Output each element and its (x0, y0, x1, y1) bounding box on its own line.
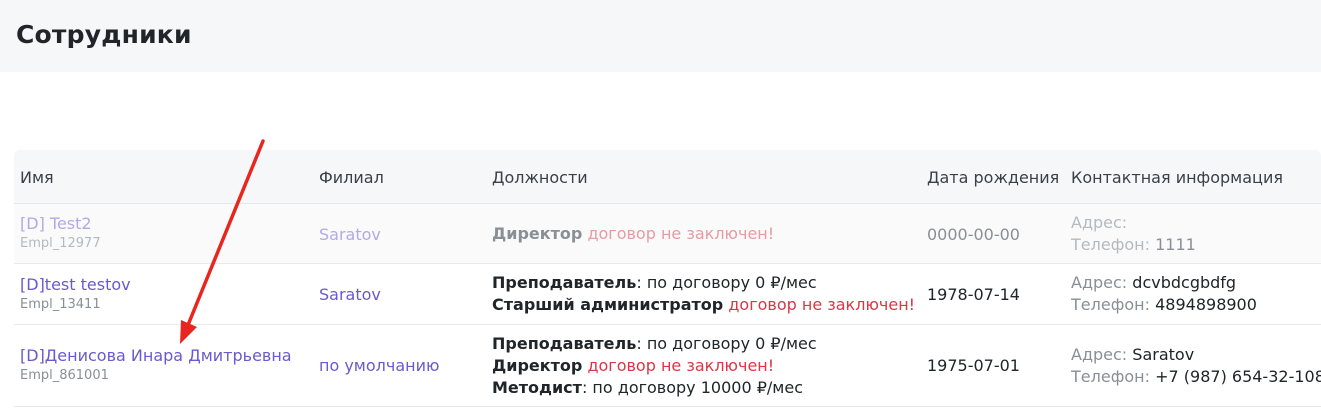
page-header: Сотрудники (0, 0, 1321, 72)
address-value: dcvbdcgbdfg (1132, 273, 1237, 292)
address-line: Адрес: (1071, 212, 1196, 234)
position-contract-status: договор не заключен! (728, 295, 916, 314)
position-title: Преподаватель (492, 334, 637, 353)
positions-cell: Директор договор не заключен! (492, 223, 774, 245)
contacts-cell: Адрес: Телефон: 1111 (1071, 212, 1196, 256)
birth-date-cell: 1975-07-01 (927, 356, 1020, 375)
address-label: Адрес: (1071, 213, 1128, 232)
positions-cell: Преподаватель: по договору 0 ₽/мес Старш… (492, 272, 915, 316)
position-separator: : (636, 273, 647, 292)
birth-date: 1975-07-01 (927, 356, 1020, 375)
address-label: Адрес: (1071, 345, 1128, 364)
birth-date: 0000-00-00 (927, 225, 1020, 244)
phone-line: Телефон: 4894898900 (1071, 294, 1257, 316)
table-row: [D] Test2 Empl_12977 Saratov Директор до… (14, 204, 1321, 264)
employee-cell: [D]Денисова Инара Дмитрьевна Empl_861001 (20, 346, 292, 383)
employee-id: Empl_861001 (20, 368, 109, 383)
phone-value: 4894898900 (1155, 295, 1257, 314)
branch-link[interactable]: по умолчанию (319, 356, 439, 375)
position-title: Методист (492, 378, 582, 397)
contacts-cell: Адрес: dcvbdcgbdfg Телефон: 4894898900 (1071, 272, 1257, 316)
address-line: Адрес: Saratov (1071, 344, 1321, 366)
birth-date: 1978-07-14 (927, 285, 1020, 304)
table-row: [D]test testov Empl_13411 Saratov Препод… (14, 264, 1321, 325)
position-line: Директор договор не заключен! (492, 223, 774, 245)
employee-name-link[interactable]: [D] Test2 (20, 214, 101, 233)
column-header-birth-date: Дата рождения (927, 168, 1060, 187)
phone-label: Телефон: (1071, 295, 1151, 314)
column-header-branch: Филиал (319, 168, 384, 187)
page-title: Сотрудники (16, 20, 192, 49)
phone-line: Телефон: 1111 (1071, 234, 1196, 256)
position-contract-terms: по договору 0 ₽/мес (646, 334, 817, 353)
branch-cell: Saratov (319, 285, 381, 304)
position-contract-terms: по договору 10000 ₽/мес (592, 378, 803, 397)
employee-name-link[interactable]: [D]test testov (20, 275, 131, 294)
position-contract-terms: по договору 0 ₽/мес (646, 273, 817, 292)
phone-line: Телефон: +7 (987) 654-32-108 (1071, 366, 1321, 388)
phone-value: +7 (987) 654-32-108 (1155, 367, 1321, 386)
position-line: Преподаватель: по договору 0 ₽/мес (492, 333, 817, 355)
employee-id: Empl_13411 (20, 297, 101, 312)
position-title: Директор (492, 356, 583, 375)
column-header-contacts: Контактная информация (1071, 168, 1283, 187)
position-separator: : (581, 378, 593, 397)
branch-link[interactable]: Saratov (319, 285, 381, 304)
position-separator: : (636, 334, 647, 353)
table-header: Имя Филиал Должности Дата рождения Конта… (14, 150, 1321, 204)
position-contract-status: договор не заключен! (587, 224, 775, 243)
branch-cell: Saratov (319, 225, 381, 244)
address-line: Адрес: dcvbdcgbdfg (1071, 272, 1257, 294)
phone-value: 1111 (1155, 235, 1196, 254)
address-value: Saratov (1132, 345, 1195, 364)
branch-cell: по умолчанию (319, 356, 439, 375)
branch-link[interactable]: Saratov (319, 225, 381, 244)
employee-id: Empl_12977 (20, 236, 101, 251)
employee-name-link[interactable]: [D]Денисова Инара Дмитрьевна (20, 346, 292, 365)
position-line: Директор договор не заключен! (492, 355, 817, 377)
column-header-positions: Должности (492, 168, 588, 187)
column-header-name: Имя (20, 168, 54, 187)
positions-cell: Преподаватель: по договору 0 ₽/мес Дирек… (492, 333, 817, 399)
phone-label: Телефон: (1071, 235, 1151, 254)
position-title: Старший администратор (492, 295, 724, 314)
position-line: Старший администратор договор не заключе… (492, 294, 915, 316)
birth-date-cell: 1978-07-14 (927, 285, 1020, 304)
position-line: Преподаватель: по договору 0 ₽/мес (492, 272, 915, 294)
employee-cell: [D]test testov Empl_13411 (20, 275, 131, 312)
table-row: [D]Денисова Инара Дмитрьевна Empl_861001… (14, 325, 1321, 407)
birth-date-cell: 0000-00-00 (927, 225, 1020, 244)
position-contract-status: договор не заключен! (587, 356, 775, 375)
contacts-cell: Адрес: Saratov Телефон: +7 (987) 654-32-… (1071, 344, 1321, 388)
position-title: Директор (492, 224, 583, 243)
employees-table: Имя Филиал Должности Дата рождения Конта… (14, 150, 1321, 407)
address-label: Адрес: (1071, 273, 1128, 292)
position-line: Методист: по договору 10000 ₽/мес (492, 377, 817, 399)
phone-label: Телефон: (1071, 367, 1151, 386)
position-title: Преподаватель (492, 273, 637, 292)
employee-cell: [D] Test2 Empl_12977 (20, 214, 101, 251)
